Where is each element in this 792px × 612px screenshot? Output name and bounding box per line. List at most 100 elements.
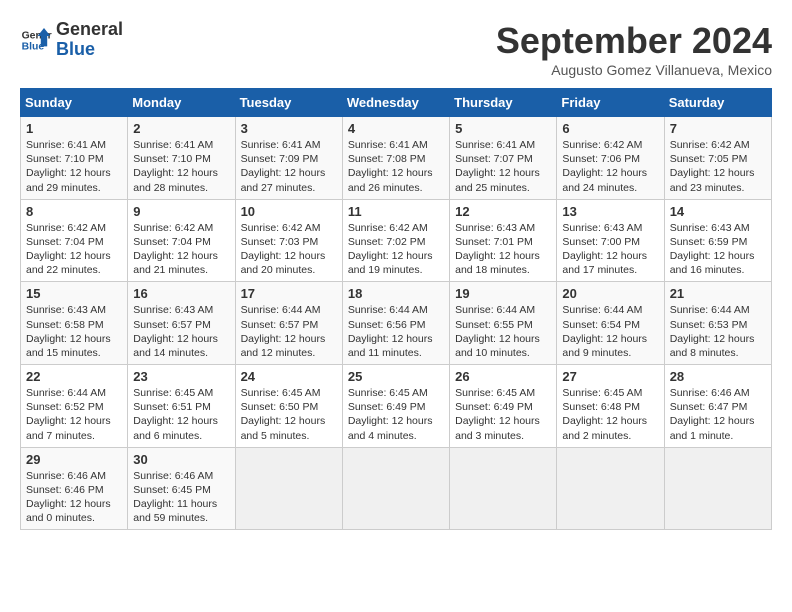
calendar-cell [342, 447, 449, 530]
day-info: Sunrise: 6:42 AM Sunset: 7:04 PM Dayligh… [26, 221, 122, 278]
day-number: 5 [455, 121, 551, 136]
day-info: Sunrise: 6:43 AM Sunset: 6:58 PM Dayligh… [26, 303, 122, 360]
col-friday: Friday [557, 89, 664, 117]
calendar-week-row: 15 Sunrise: 6:43 AM Sunset: 6:58 PM Dayl… [21, 282, 772, 365]
day-info: Sunrise: 6:45 AM Sunset: 6:49 PM Dayligh… [348, 386, 444, 443]
day-info: Sunrise: 6:44 AM Sunset: 6:57 PM Dayligh… [241, 303, 337, 360]
calendar-cell: 16 Sunrise: 6:43 AM Sunset: 6:57 PM Dayl… [128, 282, 235, 365]
day-info: Sunrise: 6:41 AM Sunset: 7:09 PM Dayligh… [241, 138, 337, 195]
logo-text: General Blue [56, 20, 123, 60]
calendar-cell: 29 Sunrise: 6:46 AM Sunset: 6:46 PM Dayl… [21, 447, 128, 530]
calendar-cell: 17 Sunrise: 6:44 AM Sunset: 6:57 PM Dayl… [235, 282, 342, 365]
calendar-cell: 24 Sunrise: 6:45 AM Sunset: 6:50 PM Dayl… [235, 365, 342, 448]
month-title: September 2024 [496, 20, 772, 62]
header: General Blue General Blue September 2024… [20, 20, 772, 78]
header-row: Sunday Monday Tuesday Wednesday Thursday… [21, 89, 772, 117]
col-wednesday: Wednesday [342, 89, 449, 117]
day-number: 26 [455, 369, 551, 384]
day-number: 13 [562, 204, 658, 219]
day-number: 12 [455, 204, 551, 219]
col-saturday: Saturday [664, 89, 771, 117]
day-number: 8 [26, 204, 122, 219]
calendar-week-row: 8 Sunrise: 6:42 AM Sunset: 7:04 PM Dayli… [21, 199, 772, 282]
day-number: 23 [133, 369, 229, 384]
calendar-cell: 8 Sunrise: 6:42 AM Sunset: 7:04 PM Dayli… [21, 199, 128, 282]
calendar-cell: 13 Sunrise: 6:43 AM Sunset: 7:00 PM Dayl… [557, 199, 664, 282]
day-info: Sunrise: 6:44 AM Sunset: 6:53 PM Dayligh… [670, 303, 766, 360]
day-number: 1 [26, 121, 122, 136]
calendar-cell: 28 Sunrise: 6:46 AM Sunset: 6:47 PM Dayl… [664, 365, 771, 448]
day-number: 11 [348, 204, 444, 219]
day-info: Sunrise: 6:44 AM Sunset: 6:52 PM Dayligh… [26, 386, 122, 443]
calendar-cell: 19 Sunrise: 6:44 AM Sunset: 6:55 PM Dayl… [450, 282, 557, 365]
day-info: Sunrise: 6:41 AM Sunset: 7:08 PM Dayligh… [348, 138, 444, 195]
day-info: Sunrise: 6:41 AM Sunset: 7:10 PM Dayligh… [133, 138, 229, 195]
day-info: Sunrise: 6:41 AM Sunset: 7:07 PM Dayligh… [455, 138, 551, 195]
day-info: Sunrise: 6:45 AM Sunset: 6:49 PM Dayligh… [455, 386, 551, 443]
calendar-week-row: 1 Sunrise: 6:41 AM Sunset: 7:10 PM Dayli… [21, 117, 772, 200]
location-subtitle: Augusto Gomez Villanueva, Mexico [496, 62, 772, 78]
calendar-week-row: 22 Sunrise: 6:44 AM Sunset: 6:52 PM Dayl… [21, 365, 772, 448]
col-monday: Monday [128, 89, 235, 117]
day-info: Sunrise: 6:44 AM Sunset: 6:55 PM Dayligh… [455, 303, 551, 360]
day-number: 15 [26, 286, 122, 301]
calendar-cell: 6 Sunrise: 6:42 AM Sunset: 7:06 PM Dayli… [557, 117, 664, 200]
day-info: Sunrise: 6:44 AM Sunset: 6:56 PM Dayligh… [348, 303, 444, 360]
day-info: Sunrise: 6:41 AM Sunset: 7:10 PM Dayligh… [26, 138, 122, 195]
day-number: 27 [562, 369, 658, 384]
day-info: Sunrise: 6:44 AM Sunset: 6:54 PM Dayligh… [562, 303, 658, 360]
calendar-cell: 22 Sunrise: 6:44 AM Sunset: 6:52 PM Dayl… [21, 365, 128, 448]
day-number: 3 [241, 121, 337, 136]
calendar-cell: 2 Sunrise: 6:41 AM Sunset: 7:10 PM Dayli… [128, 117, 235, 200]
day-number: 4 [348, 121, 444, 136]
calendar-week-row: 29 Sunrise: 6:46 AM Sunset: 6:46 PM Dayl… [21, 447, 772, 530]
calendar-cell [235, 447, 342, 530]
day-info: Sunrise: 6:42 AM Sunset: 7:02 PM Dayligh… [348, 221, 444, 278]
day-number: 10 [241, 204, 337, 219]
calendar-cell: 5 Sunrise: 6:41 AM Sunset: 7:07 PM Dayli… [450, 117, 557, 200]
logo: General Blue General Blue [20, 20, 123, 60]
col-sunday: Sunday [21, 89, 128, 117]
calendar-cell: 14 Sunrise: 6:43 AM Sunset: 6:59 PM Dayl… [664, 199, 771, 282]
day-number: 21 [670, 286, 766, 301]
day-info: Sunrise: 6:43 AM Sunset: 6:57 PM Dayligh… [133, 303, 229, 360]
calendar-cell [557, 447, 664, 530]
calendar-cell: 18 Sunrise: 6:44 AM Sunset: 6:56 PM Dayl… [342, 282, 449, 365]
day-number: 2 [133, 121, 229, 136]
calendar-cell: 21 Sunrise: 6:44 AM Sunset: 6:53 PM Dayl… [664, 282, 771, 365]
day-number: 14 [670, 204, 766, 219]
day-number: 30 [133, 452, 229, 467]
day-number: 6 [562, 121, 658, 136]
day-info: Sunrise: 6:43 AM Sunset: 7:01 PM Dayligh… [455, 221, 551, 278]
col-tuesday: Tuesday [235, 89, 342, 117]
day-info: Sunrise: 6:45 AM Sunset: 6:51 PM Dayligh… [133, 386, 229, 443]
calendar-cell: 30 Sunrise: 6:46 AM Sunset: 6:45 PM Dayl… [128, 447, 235, 530]
day-number: 18 [348, 286, 444, 301]
calendar-cell: 15 Sunrise: 6:43 AM Sunset: 6:58 PM Dayl… [21, 282, 128, 365]
day-number: 22 [26, 369, 122, 384]
day-info: Sunrise: 6:42 AM Sunset: 7:04 PM Dayligh… [133, 221, 229, 278]
calendar-cell: 3 Sunrise: 6:41 AM Sunset: 7:09 PM Dayli… [235, 117, 342, 200]
day-info: Sunrise: 6:42 AM Sunset: 7:06 PM Dayligh… [562, 138, 658, 195]
day-number: 25 [348, 369, 444, 384]
title-area: September 2024 Augusto Gomez Villanueva,… [496, 20, 772, 78]
day-number: 28 [670, 369, 766, 384]
calendar-cell: 9 Sunrise: 6:42 AM Sunset: 7:04 PM Dayli… [128, 199, 235, 282]
calendar-cell: 20 Sunrise: 6:44 AM Sunset: 6:54 PM Dayl… [557, 282, 664, 365]
calendar-table: Sunday Monday Tuesday Wednesday Thursday… [20, 88, 772, 530]
day-number: 9 [133, 204, 229, 219]
day-number: 7 [670, 121, 766, 136]
calendar-cell: 11 Sunrise: 6:42 AM Sunset: 7:02 PM Dayl… [342, 199, 449, 282]
calendar-cell: 1 Sunrise: 6:41 AM Sunset: 7:10 PM Dayli… [21, 117, 128, 200]
day-info: Sunrise: 6:46 AM Sunset: 6:46 PM Dayligh… [26, 469, 122, 526]
calendar-cell: 25 Sunrise: 6:45 AM Sunset: 6:49 PM Dayl… [342, 365, 449, 448]
calendar-cell: 4 Sunrise: 6:41 AM Sunset: 7:08 PM Dayli… [342, 117, 449, 200]
calendar-cell [664, 447, 771, 530]
calendar-cell [450, 447, 557, 530]
calendar-cell: 23 Sunrise: 6:45 AM Sunset: 6:51 PM Dayl… [128, 365, 235, 448]
day-info: Sunrise: 6:42 AM Sunset: 7:03 PM Dayligh… [241, 221, 337, 278]
day-info: Sunrise: 6:43 AM Sunset: 7:00 PM Dayligh… [562, 221, 658, 278]
calendar-cell: 10 Sunrise: 6:42 AM Sunset: 7:03 PM Dayl… [235, 199, 342, 282]
day-info: Sunrise: 6:45 AM Sunset: 6:50 PM Dayligh… [241, 386, 337, 443]
calendar-cell: 27 Sunrise: 6:45 AM Sunset: 6:48 PM Dayl… [557, 365, 664, 448]
